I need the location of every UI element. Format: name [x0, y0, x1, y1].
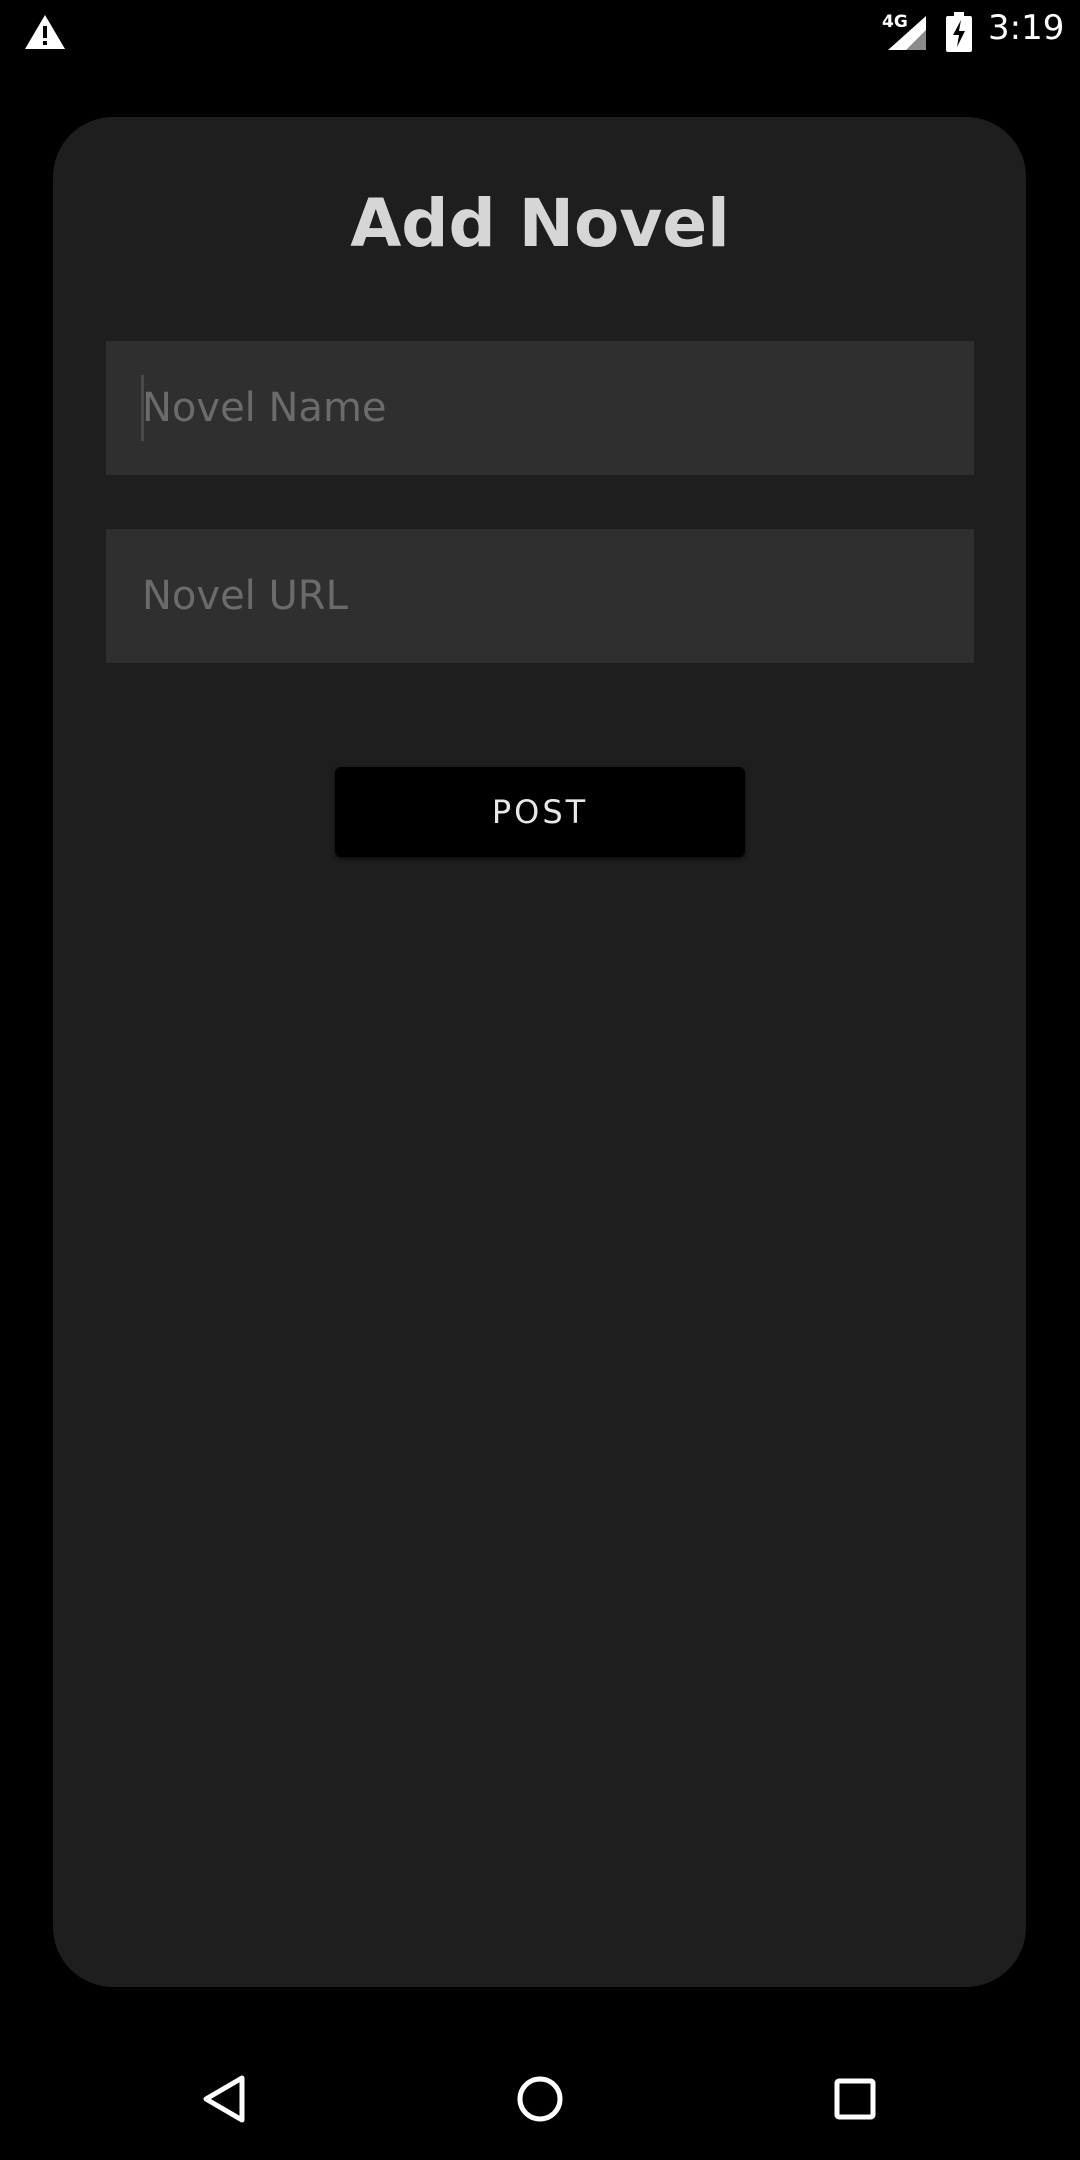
novel-name-input[interactable]: [106, 341, 974, 475]
recents-square-icon: [834, 2078, 876, 2120]
warning-triangle-icon: [25, 15, 65, 49]
cell-signal-icon: [888, 16, 926, 50]
status-bar: 4G 3:19: [0, 0, 1080, 63]
home-button[interactable]: [505, 2064, 575, 2134]
novel-url-input[interactable]: [106, 529, 974, 663]
back-button[interactable]: [190, 2064, 260, 2134]
back-triangle-icon: [203, 2075, 245, 2123]
text-cursor: [141, 375, 144, 441]
home-circle-icon: [517, 2076, 563, 2122]
post-button[interactable]: POST: [335, 767, 745, 857]
clock: 3:19: [988, 8, 1065, 48]
page-title: Add Novel: [350, 185, 730, 262]
recents-button[interactable]: [820, 2064, 890, 2134]
battery-charging-icon: [946, 12, 972, 52]
navigation-bar: [0, 2034, 1080, 2160]
